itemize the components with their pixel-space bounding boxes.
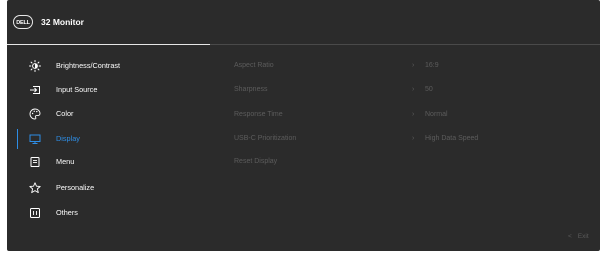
brightness-icon — [29, 60, 41, 72]
menu-icon — [30, 157, 40, 167]
menu-item-label: Color — [56, 109, 74, 118]
option-usb-c-prioritization[interactable]: USB-C Prioritization — [234, 133, 296, 145]
input-source-icon — [30, 86, 40, 94]
dell-logo: DELL — [13, 15, 33, 29]
menu-item-label: Brightness/Contrast — [56, 61, 121, 70]
exit-label: Exit — [577, 233, 589, 240]
option-sharpness[interactable]: Sharpness — [234, 84, 267, 96]
star-icon — [29, 182, 41, 194]
menu-item-personalize[interactable]: Personalize — [7, 176, 217, 200]
menu-item-others[interactable]: Others — [7, 201, 217, 225]
others-icon — [30, 208, 40, 218]
header-divider-highlight — [7, 44, 210, 45]
option-response-time[interactable]: Response Time — [234, 109, 283, 121]
menu-item-input-source[interactable]: Input Source — [7, 78, 217, 102]
header-divider — [210, 44, 600, 45]
chevron-right-icon: › — [412, 86, 415, 93]
chevron-right-icon: › — [412, 135, 415, 142]
option-value: 16:9 — [425, 62, 439, 69]
menu-item-label: Personalize — [56, 183, 95, 192]
menu-item-menu[interactable]: Menu — [7, 150, 217, 174]
option-value: Normal — [425, 111, 448, 118]
menu-item-display[interactable]: Display — [7, 127, 217, 151]
chevron-right-icon: › — [412, 62, 415, 69]
option-value: 50 — [425, 86, 433, 93]
chevron-left-icon: < — [568, 233, 572, 240]
exit-button[interactable]: < Exit — [568, 231, 589, 243]
color-palette-icon — [29, 108, 41, 120]
monitor-osd: DELL 32 Monitor Brightness/Contrast Inpu… — [7, 0, 600, 251]
menu-item-color[interactable]: Color — [7, 102, 217, 126]
osd-header: DELL 32 Monitor — [7, 0, 600, 44]
menu-item-label: Input Source — [56, 85, 98, 94]
option-aspect-ratio[interactable]: Aspect Ratio — [234, 60, 274, 72]
option-reset-display[interactable]: Reset Display — [234, 156, 277, 168]
menu-item-label: Menu — [56, 157, 75, 166]
menu-item-label: Others — [56, 208, 78, 217]
menu-item-brightness-contrast[interactable]: Brightness/Contrast — [7, 54, 217, 78]
display-icon — [29, 134, 41, 144]
monitor-title: 32 Monitor — [41, 17, 84, 27]
option-value: High Data Speed — [425, 135, 479, 142]
menu-item-label: Display — [56, 134, 80, 143]
chevron-right-icon: › — [412, 111, 415, 118]
